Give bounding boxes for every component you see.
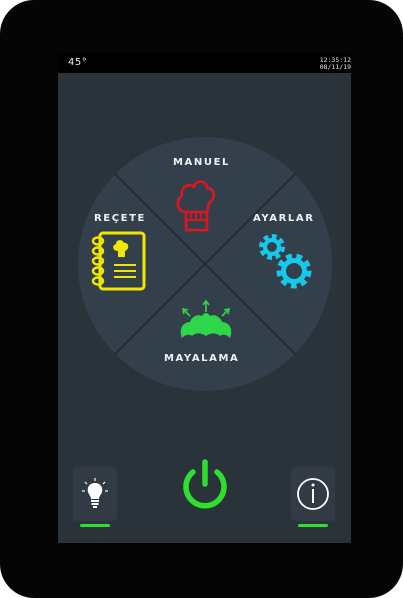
- recipe-book-icon: [91, 231, 146, 291]
- chef-hat-icon: [176, 180, 216, 232]
- status-bar: [58, 53, 351, 73]
- proofing-label: MAYALAMA: [164, 353, 240, 364]
- info-status-indicator: [298, 524, 328, 527]
- power-icon[interactable]: [178, 457, 232, 511]
- temperature-readout: 45°: [68, 57, 88, 68]
- recipe-label: REÇETE: [94, 213, 146, 224]
- light-button[interactable]: [73, 467, 117, 521]
- manual-label: MANUEL: [173, 157, 230, 168]
- settings-mode-button[interactable]: AYARLAR: [248, 205, 328, 297]
- recipe-mode-button[interactable]: REÇETE: [88, 205, 168, 300]
- manual-mode-button[interactable]: MANUEL: [160, 150, 250, 242]
- settings-label: AYARLAR: [253, 213, 315, 224]
- proofing-mode-button[interactable]: MAYALAMA: [160, 296, 250, 371]
- date-text: 08/11/19: [319, 63, 351, 71]
- gears-icon: [259, 234, 312, 289]
- light-status-indicator: [80, 524, 110, 527]
- info-button[interactable]: [291, 467, 335, 521]
- light-bulb-icon: [82, 478, 108, 508]
- datetime-readout: 12:35:12 08/11/19: [320, 57, 351, 71]
- croissant-icon: [180, 299, 232, 338]
- info-icon: [297, 478, 329, 510]
